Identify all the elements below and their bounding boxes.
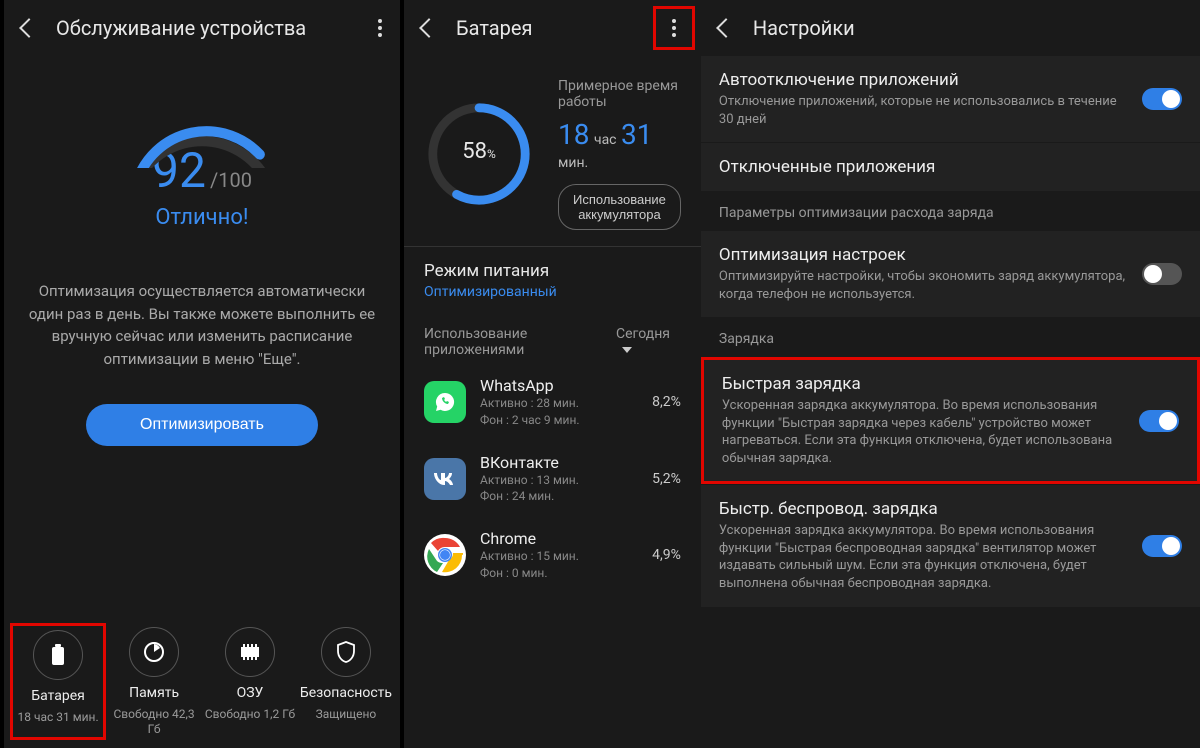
estimate-label: Примерное время работы (558, 78, 681, 110)
battery-gauge: 58% (424, 99, 534, 209)
battery-usage-button[interactable]: Использование аккумулятора (558, 184, 681, 230)
app-bg: Фон : 2 час 9 мин. (480, 412, 638, 429)
page-title: Настройки (753, 16, 855, 40)
tile-label: Батарея (15, 688, 101, 704)
page-title: Обслуживание устройства (56, 16, 306, 40)
score-label: Отлично! (4, 205, 400, 230)
more-icon[interactable] (378, 19, 382, 37)
setting-auto-disable-apps[interactable]: Автоотключение приложений Отключение при… (701, 56, 1200, 142)
app-name: Chrome (480, 529, 638, 548)
tile-sub: Свободно 42,3 Гб (108, 707, 200, 738)
setting-subtitle: Ускоренная зарядка аккумулятора. Во врем… (722, 397, 1127, 467)
setting-optimize-settings[interactable]: Оптимизация настроек Оптимизируйте настр… (701, 231, 1200, 317)
more-icon (672, 19, 676, 37)
score-gauge: 92 /100 Отлично! (4, 78, 400, 230)
app-active: Активно : 28 мин. (480, 395, 638, 412)
app-pct: 5,2% (652, 471, 681, 487)
estimate-value: 18 час 31 мин. (558, 118, 681, 172)
tile-security[interactable]: Безопасность Защищено (298, 623, 394, 740)
optimize-button[interactable]: Оптимизировать (86, 404, 318, 446)
storage-icon (129, 627, 179, 677)
tile-ram[interactable]: ОЗУ Свободно 1,2 Гб (202, 623, 298, 740)
usage-heading: Использование приложениями (424, 326, 616, 358)
app-bg: Фон : 24 мин. (480, 488, 638, 505)
back-icon[interactable] (419, 18, 439, 38)
battery-icon (33, 630, 83, 680)
setting-title: Быстрая зарядка (722, 374, 1127, 394)
tile-battery[interactable]: Батарея 18 час 31 мин. (10, 623, 106, 740)
setting-title: Автоотключение приложений (719, 70, 1130, 90)
setting-subtitle: Отключение приложений, которые не исполь… (719, 93, 1130, 128)
usage-period-dropdown[interactable]: Сегодня (616, 326, 681, 358)
app-pct: 4,9% (652, 547, 681, 563)
score-max: /100 (210, 168, 252, 192)
setting-title: Оптимизация настроек (719, 245, 1130, 265)
chrome-icon (424, 534, 466, 576)
more-menu-highlighted[interactable] (653, 6, 695, 50)
vk-icon (424, 458, 466, 500)
section-header: Параметры оптимизации расхода заряда (701, 191, 1200, 231)
section-header: Зарядка (701, 317, 1200, 357)
optimization-description: Оптимизация осуществляется автоматически… (4, 230, 400, 370)
app-bg: Фон : 0 мин. (480, 565, 638, 582)
app-name: WhatsApp (480, 376, 638, 395)
whatsapp-icon (424, 381, 466, 423)
setting-fast-wireless-charging[interactable]: Быстр. беспровод. зарядка Ускоренная зар… (701, 485, 1200, 606)
setting-disabled-apps[interactable]: Отключенные приложения (701, 143, 1200, 191)
tile-label: ОЗУ (204, 685, 296, 701)
tile-storage[interactable]: Память Свободно 42,3 Гб (106, 623, 202, 740)
setting-title: Отключенные приложения (719, 157, 1182, 177)
setting-subtitle: Ускоренная зарядка аккумулятора. Во врем… (719, 522, 1130, 592)
back-icon[interactable] (716, 18, 736, 38)
back-icon[interactable] (19, 18, 39, 38)
app-row[interactable]: WhatsApp Активно : 28 мин. Фон : 2 час 9… (404, 364, 701, 441)
shield-icon (321, 627, 371, 677)
power-mode-row[interactable]: Режим питания Оптимизированный (404, 246, 701, 314)
tile-label: Память (108, 685, 200, 701)
setting-fast-charging[interactable]: Быстрая зарядка Ускоренная зарядка аккум… (701, 357, 1200, 484)
power-mode-title: Режим питания (424, 261, 681, 281)
app-row[interactable]: ВКонтакте Активно : 13 мин. Фон : 24 мин… (404, 441, 701, 518)
power-mode-value: Оптимизированный (424, 284, 681, 300)
app-active: Активно : 13 мин. (480, 472, 638, 489)
app-row[interactable]: Chrome Активно : 15 мин. Фон : 0 мин. 4,… (404, 517, 701, 594)
tile-sub: Защищено (300, 707, 392, 723)
setting-title: Быстр. беспровод. зарядка (719, 499, 1130, 519)
tile-sub: 18 час 31 мин. (15, 710, 101, 726)
ram-icon (225, 627, 275, 677)
app-pct: 8,2% (652, 394, 681, 410)
setting-subtitle: Оптимизируйте настройки, чтобы экономить… (719, 268, 1130, 303)
toggle-switch[interactable] (1142, 88, 1182, 110)
toggle-switch[interactable] (1139, 410, 1179, 432)
tile-label: Безопасность (300, 685, 392, 701)
toggle-switch[interactable] (1142, 535, 1182, 557)
toggle-switch[interactable] (1142, 263, 1182, 285)
page-title: Батарея (456, 16, 532, 40)
tile-sub: Свободно 1,2 Гб (204, 707, 296, 723)
app-active: Активно : 15 мин. (480, 548, 638, 565)
chevron-down-icon (622, 347, 632, 353)
app-name: ВКонтакте (480, 453, 638, 472)
